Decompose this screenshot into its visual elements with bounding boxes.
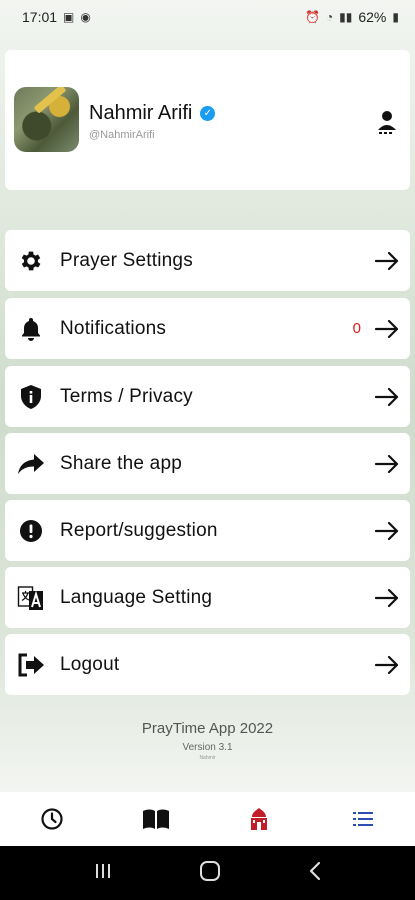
app-notification-icon: ◉	[80, 10, 91, 24]
profile-name: Nahmir Arifi	[89, 102, 193, 124]
alarm-icon: ⏰	[304, 10, 320, 24]
app-credit: Nahmir	[199, 755, 216, 761]
menu-item-language-setting[interactable]: Language Setting	[5, 567, 410, 628]
arrow-right-icon	[374, 521, 400, 541]
menu-label: Report/suggestion	[60, 519, 218, 541]
menu-label: Share the app	[60, 452, 182, 474]
status-bar: 17:01 ▣ ◉ ⏰ ◔ ▮▮ 62% ▮	[0, 0, 415, 34]
arrow-right-icon	[374, 655, 400, 675]
nav-quran-book-icon[interactable]	[136, 799, 176, 839]
nav-mosque-icon[interactable]	[239, 799, 279, 839]
translate-icon	[17, 584, 45, 612]
gallery-icon: ▣	[63, 10, 75, 24]
bell-icon	[17, 315, 45, 343]
profile-card[interactable]: Nahmir Arifi ✓ @NahmirArifi	[5, 50, 410, 190]
gear-icon	[17, 247, 45, 275]
menu-label: Notifications	[60, 317, 167, 339]
clock: 17:01	[22, 9, 58, 25]
verified-badge-icon: ✓	[200, 106, 216, 121]
menu-item-logout[interactable]: Logout	[5, 634, 410, 695]
menu-item-terms-privacy[interactable]: Terms / Privacy	[5, 366, 410, 427]
avatar[interactable]	[14, 87, 79, 152]
arrow-right-icon	[374, 454, 400, 474]
menu-item-report-suggestion[interactable]: Report/suggestion	[5, 500, 410, 561]
arrow-right-icon	[374, 319, 400, 339]
menu-item-share-app[interactable]: Share the app	[5, 433, 410, 494]
bottom-nav	[0, 792, 415, 846]
menu-label: Language Setting	[60, 586, 213, 608]
battery-icon: ▮	[392, 10, 399, 24]
arrow-right-icon	[374, 387, 400, 407]
menu-label: Prayer Settings	[60, 249, 193, 271]
nav-menu-list-icon[interactable]	[343, 799, 383, 839]
menu-item-prayer-settings[interactable]: Prayer Settings	[5, 230, 410, 291]
menu-item-notifications[interactable]: Notifications 0	[5, 298, 410, 359]
menu-label: Logout	[60, 653, 120, 675]
home-button[interactable]	[199, 860, 221, 887]
app-name: PrayTime App 2022	[141, 720, 274, 737]
signal-icon: ▮▮	[339, 10, 353, 24]
profile-name-row: Nahmir Arifi ✓	[89, 102, 216, 125]
notification-count-badge: 0	[352, 320, 361, 337]
app-version: Version 3.1	[182, 742, 233, 753]
recents-button[interactable]	[93, 862, 113, 885]
arrow-right-icon	[374, 588, 400, 608]
arrow-right-icon	[374, 251, 400, 271]
wifi-icon: ◔	[325, 10, 334, 24]
profile-handle: @NahmirArifi	[89, 129, 155, 141]
back-button[interactable]	[308, 861, 322, 886]
shield-icon	[17, 383, 45, 411]
battery-percent: 62%	[358, 9, 387, 25]
nav-prayer-times-clock-icon[interactable]	[32, 799, 72, 839]
alert-icon	[17, 517, 45, 545]
edit-profile-icon[interactable]	[376, 110, 398, 136]
logout-icon	[17, 651, 45, 679]
menu-label: Terms / Privacy	[60, 385, 193, 407]
share-icon	[17, 450, 45, 478]
system-nav-bar	[0, 846, 415, 900]
